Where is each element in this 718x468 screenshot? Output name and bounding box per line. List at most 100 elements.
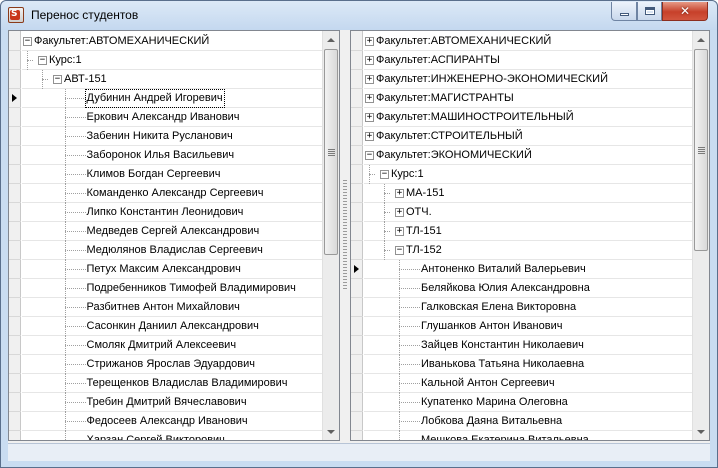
expand-icon[interactable]: +	[365, 37, 374, 46]
student-node[interactable]: Сасонкин Даниил Александрович	[22, 317, 322, 336]
status-bar	[8, 443, 710, 461]
faculty-node[interactable]: − Факультет:АВТОМЕХАНИЧЕСКИЙ	[22, 32, 322, 51]
group-node[interactable]: − АВТ-151	[22, 70, 322, 89]
student-label: Липко Константин Леонидович	[86, 206, 244, 218]
student-node[interactable]: Забенин Никита Русланович	[22, 127, 322, 146]
scroll-down-button[interactable]	[693, 423, 709, 440]
collapse-icon[interactable]: −	[395, 246, 404, 255]
faculty-label: Факультет:СТРОИТЕЛЬНЫЙ	[376, 130, 523, 142]
faculty-node[interactable]: − Факультет:ЭКОНОМИЧЕСКИЙ	[364, 146, 692, 165]
collapse-icon[interactable]: −	[38, 56, 47, 65]
scroll-down-button[interactable]	[323, 423, 339, 440]
row-indicator	[9, 222, 21, 241]
student-node[interactable]: Еркович Александр Иванович	[22, 108, 322, 127]
student-node[interactable]: Зайцев Константин Николаевич	[364, 336, 692, 355]
maximize-button[interactable]	[637, 2, 662, 21]
title-bar[interactable]: S Перенос студентов ✕	[1, 1, 717, 30]
student-node[interactable]: Антоненко Виталий Валерьевич	[364, 260, 692, 279]
faculty-node[interactable]: + Факультет:СТРОИТЕЛЬНЫЙ	[364, 127, 692, 146]
student-node[interactable]: Смоляк Дмитрий Алексеевич	[22, 336, 322, 355]
scroll-thumb[interactable]	[694, 49, 708, 251]
student-node[interactable]: Мешкова Екатерина Витальевна	[364, 431, 692, 441]
target-tree-scrollbar[interactable]	[692, 31, 709, 440]
student-node[interactable]: Глушанков Антон Иванович	[364, 317, 692, 336]
student-node[interactable]: Команденко Александр Сергеевич	[22, 184, 322, 203]
faculty-node[interactable]: + Факультет:ИНЖЕНЕРНО-ЭКОНОМИЧЕСКИЙ	[364, 70, 692, 89]
group-label: ТЛ-151	[406, 225, 442, 237]
source-tree-scrollbar[interactable]	[322, 31, 339, 440]
row-indicator	[351, 108, 363, 127]
faculty-label: Факультет:АВТОМЕХАНИЧЕСКИЙ	[376, 35, 552, 47]
group-label: МА-151	[406, 187, 445, 199]
scroll-thumb[interactable]	[324, 49, 338, 255]
expand-icon[interactable]: +	[395, 227, 404, 236]
row-indicator	[9, 203, 21, 222]
course-node[interactable]: − Курс:1	[22, 51, 322, 70]
collapse-icon[interactable]: −	[53, 75, 62, 84]
minimize-button[interactable]	[611, 2, 637, 21]
tree-connector	[384, 184, 385, 203]
expand-icon[interactable]: +	[365, 94, 374, 103]
group-node[interactable]: + МА-151	[364, 184, 692, 203]
student-node[interactable]: Купатенко Марина Олеговна	[364, 393, 692, 412]
target-tree-panel[interactable]: + Факультет:АВТОМЕХАНИЧЕСКИЙ + Факультет:АС…	[350, 30, 710, 441]
tree-connector	[64, 174, 86, 175]
tree-connector	[399, 440, 420, 441]
student-node[interactable]: Кальной Антон Сергеевич	[364, 374, 692, 393]
target-tree[interactable]: + Факультет:АВТОМЕХАНИЧЕСКИЙ + Факультет:АС…	[364, 31, 692, 440]
student-node[interactable]: Федосеев Александр Иванович	[22, 412, 322, 431]
student-node[interactable]: Медюлянов Владислав Сергеевич	[22, 241, 322, 260]
student-node[interactable]: Климов Богдан Сергеевич	[22, 165, 322, 184]
row-indicator	[351, 32, 363, 51]
student-node[interactable]: Дубинин Андрей Игоревич	[22, 89, 322, 108]
expand-icon[interactable]: +	[365, 113, 374, 122]
tree-connector	[64, 146, 66, 165]
row-indicator	[351, 279, 363, 298]
panel-splitter[interactable]	[340, 30, 350, 441]
app-icon[interactable]: S	[8, 7, 24, 23]
student-node[interactable]: Галковская Елена Викторовна	[364, 298, 692, 317]
student-node[interactable]: Заборонок Илья Васильевич	[22, 146, 322, 165]
student-node[interactable]: Подребенников Тимофей Владимирович	[22, 279, 322, 298]
faculty-node[interactable]: + Факультет:МАШИНОСТРОИТЕЛЬНЫЙ	[364, 108, 692, 127]
faculty-node[interactable]: + Факультет:МАГИСТРАНТЫ	[364, 89, 692, 108]
expand-icon[interactable]: +	[395, 189, 404, 198]
scroll-up-button[interactable]	[693, 31, 709, 48]
collapse-icon[interactable]: −	[365, 151, 374, 160]
expand-icon[interactable]: +	[365, 75, 374, 84]
student-node[interactable]: Терещенков Владислав Владимирович	[22, 374, 322, 393]
expand-icon[interactable]: +	[365, 132, 374, 141]
student-label: Иванькова Татьяна Николаевна	[421, 358, 585, 370]
course-node[interactable]: − Курс:1	[364, 165, 692, 184]
minimize-icon	[619, 12, 629, 16]
collapse-icon[interactable]: −	[380, 170, 389, 179]
close-button[interactable]: ✕	[662, 2, 708, 21]
student-label: Медведев Сергей Александрович	[86, 225, 260, 237]
faculty-node[interactable]: + Факультет:АСПИРАНТЫ	[364, 51, 692, 70]
student-node[interactable]: Липко Константин Леонидович	[22, 203, 322, 222]
student-node[interactable]: Иванькова Татьяна Николаевна	[364, 355, 692, 374]
collapse-icon[interactable]: −	[23, 37, 32, 46]
student-label: Терещенков Владислав Владимирович	[86, 377, 288, 389]
faculty-node[interactable]: + Факультет:АВТОМЕХАНИЧЕСКИЙ	[364, 32, 692, 51]
student-node[interactable]: Лобкова Даяна Витальевна	[364, 412, 692, 431]
student-node[interactable]: Петух Максим Александрович	[22, 260, 322, 279]
tree-connector	[64, 108, 66, 127]
tree-connector	[399, 383, 420, 384]
student-node[interactable]: Беляйкова Юлия Александровна	[364, 279, 692, 298]
scroll-up-button[interactable]	[323, 31, 339, 48]
group-node[interactable]: + ТЛ-151	[364, 222, 692, 241]
student-node[interactable]: Харзан Сергей Викторович	[22, 431, 322, 440]
tree-connector	[64, 279, 66, 298]
source-tree[interactable]: − Факультет:АВТОМЕХАНИЧЕСКИЙ − Курс:1− АВТ-1…	[22, 31, 322, 440]
expand-icon[interactable]: +	[365, 56, 374, 65]
student-node[interactable]: Разбитнев Антон Михайлович	[22, 298, 322, 317]
source-tree-panel[interactable]: − Факультет:АВТОМЕХАНИЧЕСКИЙ − Курс:1− АВТ-1…	[8, 30, 340, 441]
student-node[interactable]: Медведев Сергей Александрович	[22, 222, 322, 241]
expand-icon[interactable]: +	[395, 208, 404, 217]
student-node[interactable]: Требин Дмитрий Вячеславович	[22, 393, 322, 412]
group-node[interactable]: + ОТЧ.	[364, 203, 692, 222]
student-node[interactable]: Стрижанов Ярослав Эдуардович	[22, 355, 322, 374]
group-node[interactable]: − ТЛ-152	[364, 241, 692, 260]
tree-connector	[64, 336, 66, 355]
